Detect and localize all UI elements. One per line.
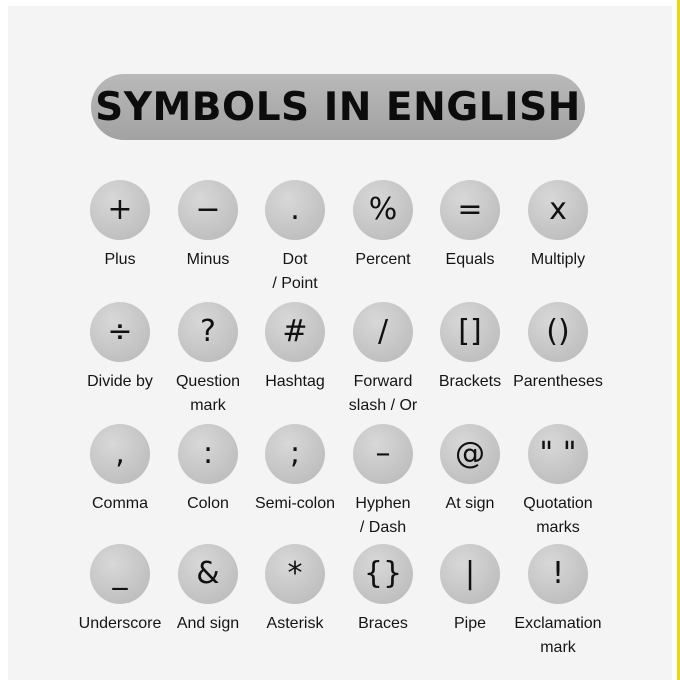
question-mark-symbol-circle: ? [178,302,238,362]
equals-symbol-circle: = [440,180,500,240]
asterisk-symbol-circle: * [265,544,325,604]
parentheses-symbol-circle: () [528,302,588,362]
braces-symbol-circle: {} [353,544,413,604]
underscore-symbol-circle: _ [90,544,150,604]
plus-symbol-circle: + [90,180,150,240]
dot-symbol-circle: . [265,180,325,240]
quotation-marks-symbol-circle: " " [528,424,588,484]
symbols-grid: + Plus − Minus. Dot / Point% Percent = Equals x M… [0,0,680,680]
exclamation-mark-label: Exclamation mark [514,615,602,656]
parentheses-label: Parentheses [513,373,603,390]
forward-slash-symbol-circle: / [353,302,413,362]
exclamation-mark-symbol-circle: ! [528,544,588,604]
semicolon-symbol-circle: ; [265,424,325,484]
colon-symbol-circle: : [178,424,238,484]
pipe-symbol-circle: | [440,544,500,604]
minus-symbol-circle: − [178,180,238,240]
divide-symbol-circle: ÷ [90,302,150,362]
hashtag-symbol-circle: # [265,302,325,362]
ampersand-symbol-circle: & [178,544,238,604]
at-sign-symbol-circle: @ [440,424,500,484]
multiply-symbol-circle: x [528,180,588,240]
percent-symbol-circle: % [353,180,413,240]
quotation-marks-label: Quotation marks [523,495,593,536]
hyphen-symbol-circle: – [353,424,413,484]
comma-symbol-circle: , [90,424,150,484]
multiply-label: Multiply [530,251,586,268]
brackets-symbol-circle: [] [440,302,500,362]
